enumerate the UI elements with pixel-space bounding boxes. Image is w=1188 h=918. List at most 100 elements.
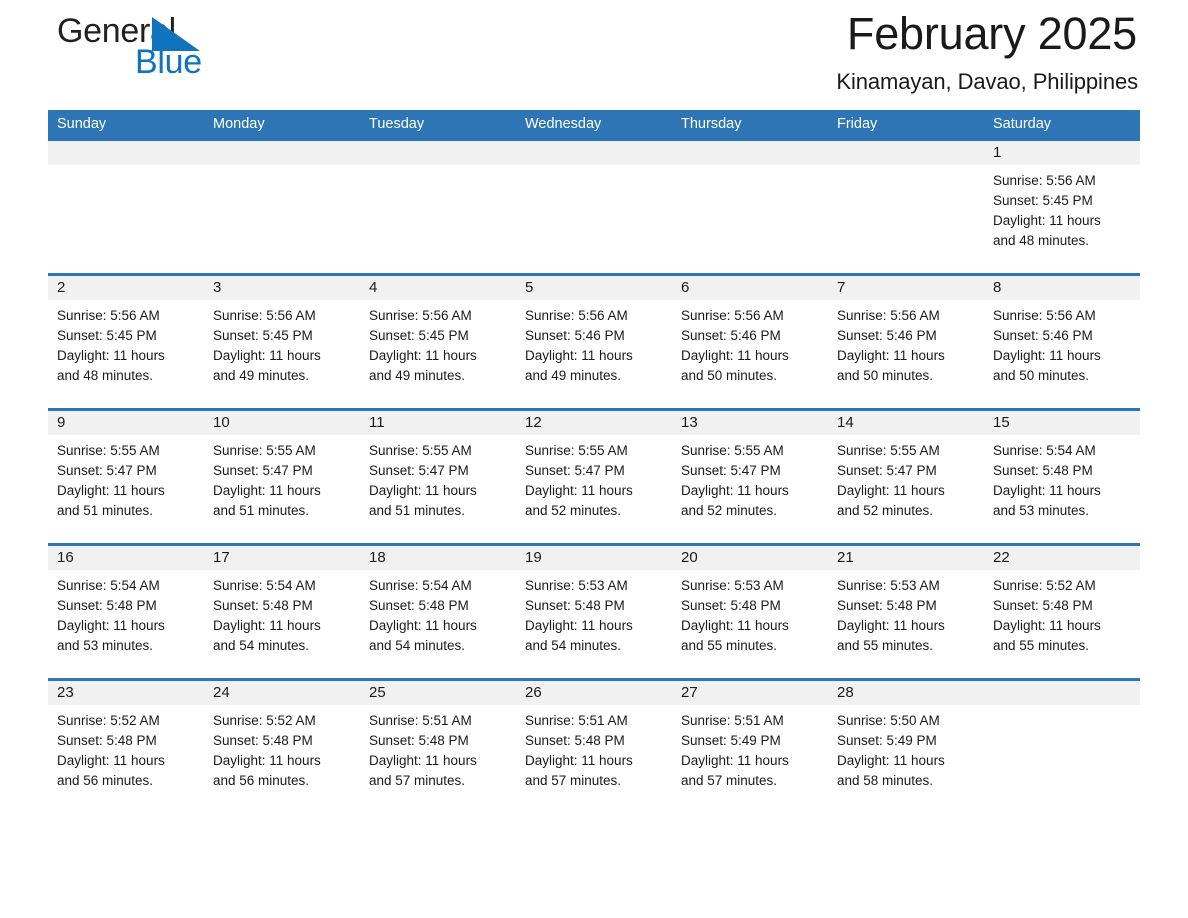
sunset-text: Sunset: 5:46 PM xyxy=(525,328,625,343)
daylight-text-line1: Daylight: 11 hours xyxy=(57,348,165,363)
day-detail: Sunrise: 5:54 AM Sunset: 5:48 PM Dayligh… xyxy=(984,435,1140,521)
general-blue-logo: General Blue xyxy=(57,12,307,92)
day-detail: Sunrise: 5:55 AM Sunset: 5:47 PM Dayligh… xyxy=(672,435,828,521)
day-detail xyxy=(984,705,1140,711)
day-number xyxy=(48,141,204,165)
day-detail: Sunrise: 5:52 AM Sunset: 5:48 PM Dayligh… xyxy=(204,705,360,791)
daylight-text-line2: and 52 minutes. xyxy=(525,503,622,518)
day-detail: Sunrise: 5:51 AM Sunset: 5:49 PM Dayligh… xyxy=(672,705,828,791)
day-cell: 21 Sunrise: 5:53 AM Sunset: 5:48 PM Dayl… xyxy=(828,546,984,678)
day-cell xyxy=(204,141,360,273)
day-cell: 2 Sunrise: 5:56 AM Sunset: 5:45 PM Dayli… xyxy=(48,276,204,408)
daylight-text-line1: Daylight: 11 hours xyxy=(993,618,1101,633)
sunrise-text: Sunrise: 5:54 AM xyxy=(993,443,1096,458)
sunset-text: Sunset: 5:45 PM xyxy=(57,328,157,343)
day-number: 17 xyxy=(204,546,360,570)
sunset-text: Sunset: 5:48 PM xyxy=(213,598,313,613)
week-row: 2 Sunrise: 5:56 AM Sunset: 5:45 PM Dayli… xyxy=(48,273,1140,408)
day-number: 13 xyxy=(672,411,828,435)
day-number: 15 xyxy=(984,411,1140,435)
day-number: 12 xyxy=(516,411,672,435)
daylight-text-line1: Daylight: 11 hours xyxy=(213,348,321,363)
day-cell: 5 Sunrise: 5:56 AM Sunset: 5:46 PM Dayli… xyxy=(516,276,672,408)
sunset-text: Sunset: 5:48 PM xyxy=(837,598,937,613)
day-cell xyxy=(828,141,984,273)
day-cell: 25 Sunrise: 5:51 AM Sunset: 5:48 PM Dayl… xyxy=(360,681,516,813)
day-detail: Sunrise: 5:54 AM Sunset: 5:48 PM Dayligh… xyxy=(204,570,360,656)
day-number: 9 xyxy=(48,411,204,435)
sunset-text: Sunset: 5:48 PM xyxy=(213,733,313,748)
sunset-text: Sunset: 5:48 PM xyxy=(993,598,1093,613)
sunrise-text: Sunrise: 5:52 AM xyxy=(213,713,316,728)
day-cell: 13 Sunrise: 5:55 AM Sunset: 5:47 PM Dayl… xyxy=(672,411,828,543)
sunrise-text: Sunrise: 5:52 AM xyxy=(993,578,1096,593)
daylight-text-line2: and 55 minutes. xyxy=(993,638,1090,653)
daylight-text-line2: and 57 minutes. xyxy=(681,773,778,788)
logo-text-blue: Blue xyxy=(135,43,202,81)
day-cell: 23 Sunrise: 5:52 AM Sunset: 5:48 PM Dayl… xyxy=(48,681,204,813)
day-detail: Sunrise: 5:56 AM Sunset: 5:46 PM Dayligh… xyxy=(984,300,1140,386)
day-number: 10 xyxy=(204,411,360,435)
daylight-text-line1: Daylight: 11 hours xyxy=(837,618,945,633)
title-block: February 2025 Kinamayan, Davao, Philippi… xyxy=(440,0,1140,96)
daylight-text-line1: Daylight: 11 hours xyxy=(213,618,321,633)
sunset-text: Sunset: 5:48 PM xyxy=(369,598,469,613)
day-detail xyxy=(672,165,828,171)
page-header: General Blue February 2025 Kinamayan, Da… xyxy=(48,0,1140,110)
weekday-header-row: Sunday Monday Tuesday Wednesday Thursday… xyxy=(48,110,1140,138)
sunset-text: Sunset: 5:48 PM xyxy=(993,463,1093,478)
day-number xyxy=(828,141,984,165)
day-number: 26 xyxy=(516,681,672,705)
day-detail: Sunrise: 5:56 AM Sunset: 5:45 PM Dayligh… xyxy=(204,300,360,386)
week-row: 16 Sunrise: 5:54 AM Sunset: 5:48 PM Dayl… xyxy=(48,543,1140,678)
day-detail xyxy=(48,165,204,171)
day-cell: 28 Sunrise: 5:50 AM Sunset: 5:49 PM Dayl… xyxy=(828,681,984,813)
sunrise-text: Sunrise: 5:53 AM xyxy=(837,578,940,593)
daylight-text-line1: Daylight: 11 hours xyxy=(993,348,1101,363)
day-detail: Sunrise: 5:56 AM Sunset: 5:45 PM Dayligh… xyxy=(360,300,516,386)
day-number: 23 xyxy=(48,681,204,705)
sunset-text: Sunset: 5:47 PM xyxy=(57,463,157,478)
day-cell xyxy=(516,141,672,273)
day-number xyxy=(360,141,516,165)
daylight-text-line2: and 56 minutes. xyxy=(213,773,310,788)
daylight-text-line1: Daylight: 11 hours xyxy=(837,483,945,498)
day-detail: Sunrise: 5:53 AM Sunset: 5:48 PM Dayligh… xyxy=(828,570,984,656)
day-cell xyxy=(984,681,1140,813)
daylight-text-line2: and 50 minutes. xyxy=(993,368,1090,383)
daylight-text-line2: and 54 minutes. xyxy=(369,638,466,653)
day-detail: Sunrise: 5:53 AM Sunset: 5:48 PM Dayligh… xyxy=(516,570,672,656)
daylight-text-line2: and 51 minutes. xyxy=(369,503,466,518)
sunrise-text: Sunrise: 5:56 AM xyxy=(525,308,628,323)
calendar-grid: Sunday Monday Tuesday Wednesday Thursday… xyxy=(48,110,1140,813)
day-cell: 19 Sunrise: 5:53 AM Sunset: 5:48 PM Dayl… xyxy=(516,546,672,678)
day-number xyxy=(984,681,1140,705)
weekday-saturday: Saturday xyxy=(993,116,1052,132)
daylight-text-line1: Daylight: 11 hours xyxy=(993,213,1101,228)
sunrise-text: Sunrise: 5:56 AM xyxy=(837,308,940,323)
day-detail xyxy=(828,165,984,171)
daylight-text-line1: Daylight: 11 hours xyxy=(369,753,477,768)
sunset-text: Sunset: 5:48 PM xyxy=(57,733,157,748)
weekday-wednesday: Wednesday xyxy=(525,116,602,132)
day-number: 1 xyxy=(984,141,1140,165)
sunset-text: Sunset: 5:46 PM xyxy=(837,328,937,343)
day-number: 19 xyxy=(516,546,672,570)
day-number: 3 xyxy=(204,276,360,300)
sunset-text: Sunset: 5:48 PM xyxy=(525,598,625,613)
day-cell xyxy=(360,141,516,273)
day-cell: 14 Sunrise: 5:55 AM Sunset: 5:47 PM Dayl… xyxy=(828,411,984,543)
daylight-text-line1: Daylight: 11 hours xyxy=(681,753,789,768)
weekday-sunday: Sunday xyxy=(57,116,107,132)
sunset-text: Sunset: 5:48 PM xyxy=(525,733,625,748)
sunrise-text: Sunrise: 5:53 AM xyxy=(681,578,784,593)
daylight-text-line1: Daylight: 11 hours xyxy=(993,483,1101,498)
daylight-text-line1: Daylight: 11 hours xyxy=(525,348,633,363)
sunrise-text: Sunrise: 5:52 AM xyxy=(57,713,160,728)
daylight-text-line1: Daylight: 11 hours xyxy=(369,348,477,363)
day-detail: Sunrise: 5:55 AM Sunset: 5:47 PM Dayligh… xyxy=(48,435,204,521)
daylight-text-line2: and 53 minutes. xyxy=(993,503,1090,518)
day-detail: Sunrise: 5:55 AM Sunset: 5:47 PM Dayligh… xyxy=(204,435,360,521)
day-cell: 1 Sunrise: 5:56 AM Sunset: 5:45 PM Dayli… xyxy=(984,141,1140,273)
day-number: 14 xyxy=(828,411,984,435)
